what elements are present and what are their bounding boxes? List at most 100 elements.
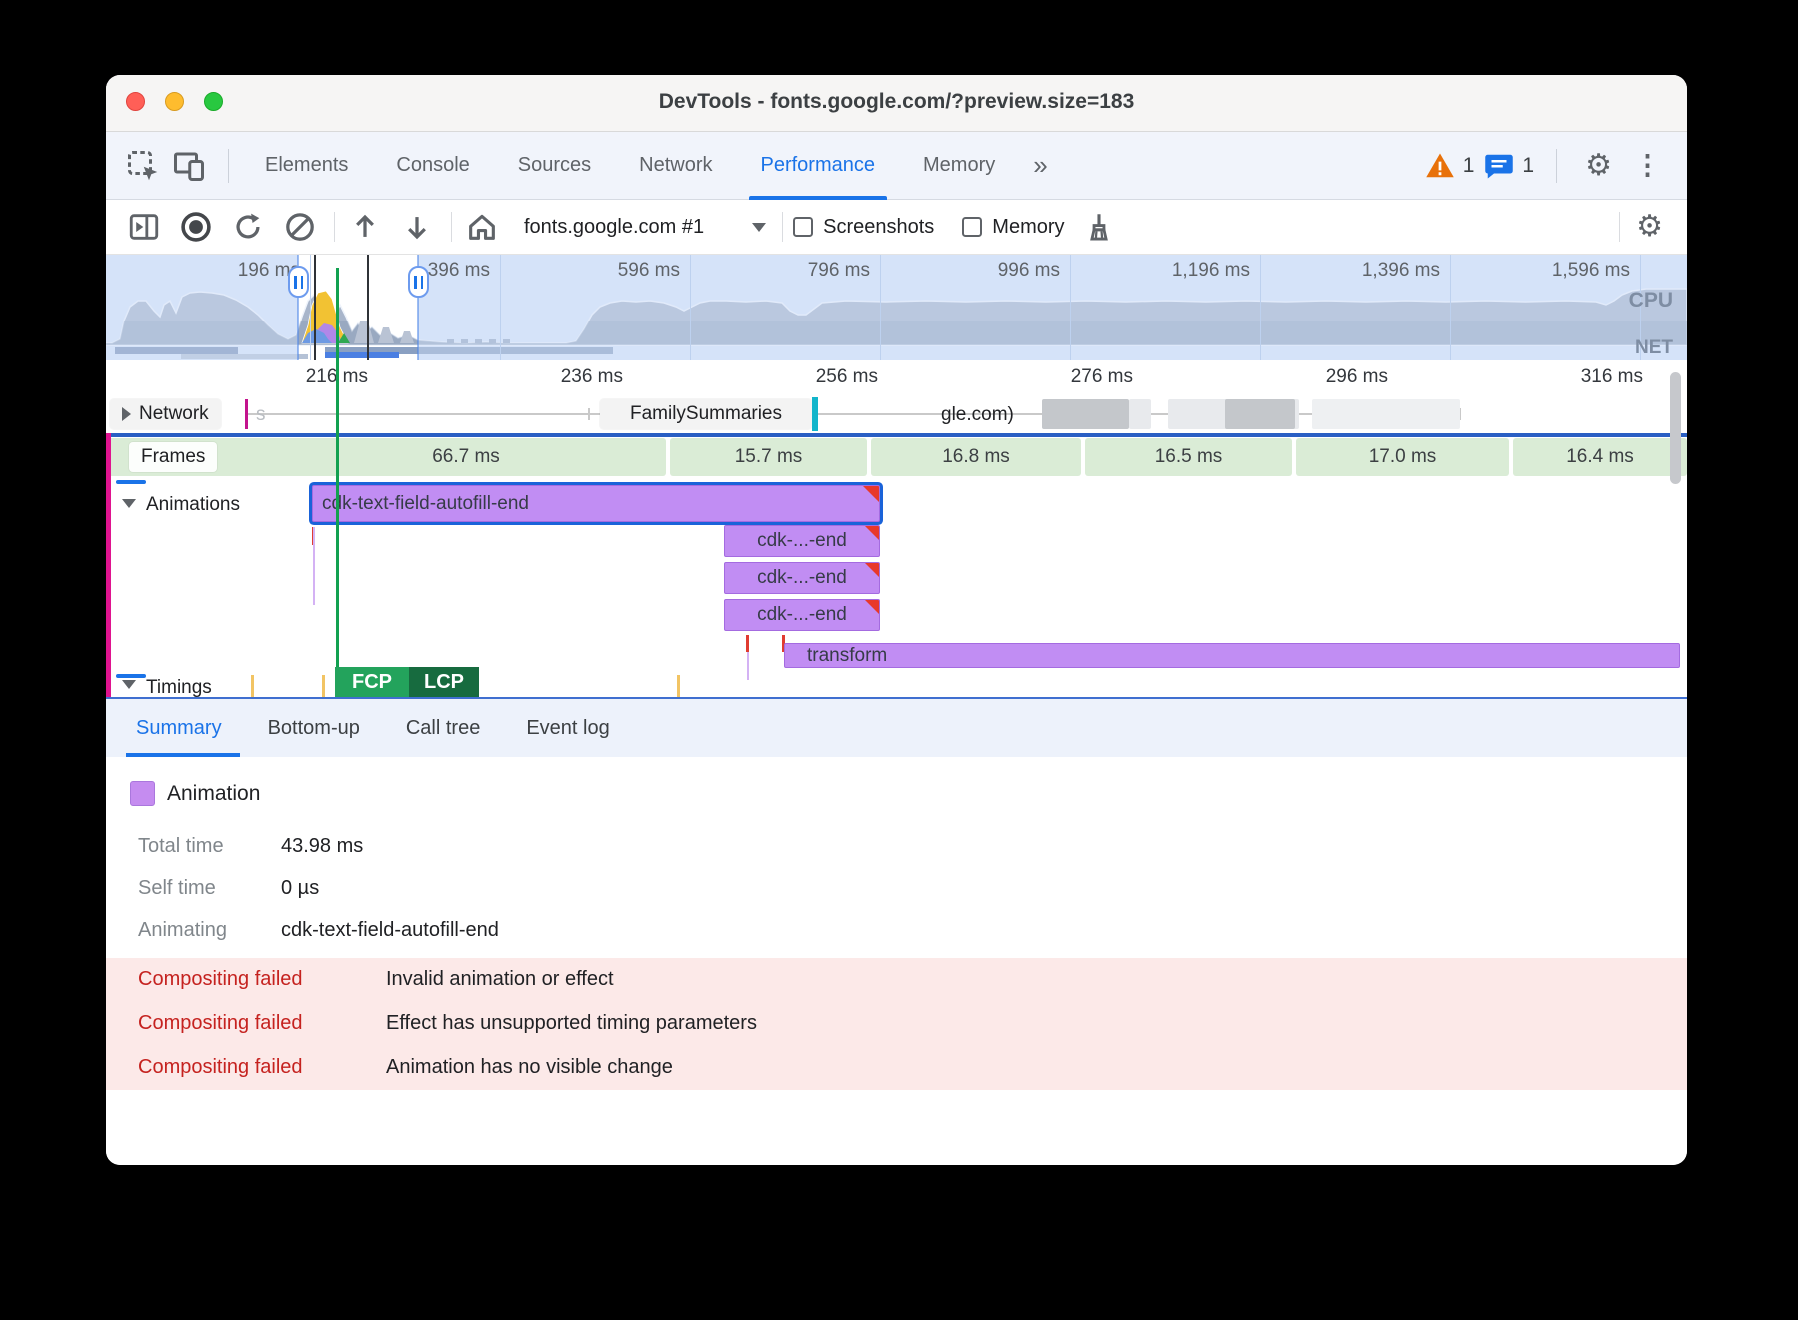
issues-message-badge[interactable]: 1	[1484, 152, 1534, 180]
message-count: 1	[1522, 154, 1534, 178]
screenshots-checkbox-group[interactable]: Screenshots	[793, 216, 934, 239]
compositing-failed-corner-icon	[865, 563, 879, 577]
profile-select[interactable]: fonts.google.com #1	[524, 216, 704, 239]
frame-segment[interactable]: 16.5 ms	[1085, 438, 1292, 476]
timing-tick	[677, 675, 680, 697]
frame-segment[interactable]: 15.7 ms	[670, 438, 867, 476]
toggle-sidebar-icon[interactable]	[124, 207, 164, 247]
window-title: DevTools - fonts.google.com/?preview.siz…	[106, 90, 1687, 114]
tab-bar-divider-right	[1556, 149, 1557, 183]
network-request-bar[interactable]	[1042, 399, 1129, 429]
warning-row: Compositing failed Animation has no visi…	[138, 1056, 673, 1079]
collapse-animations-icon[interactable]	[122, 499, 136, 508]
frame-segment[interactable]: 16.4 ms	[1513, 438, 1687, 476]
frames-track-header[interactable]: Frames	[129, 442, 217, 472]
compositing-failed-corner-icon	[865, 600, 879, 614]
toolbar-divider	[334, 212, 335, 242]
inspect-element-icon[interactable]	[124, 147, 162, 185]
tab-console[interactable]: Console	[372, 132, 493, 200]
lcp-marker[interactable]: LCP	[409, 667, 479, 697]
overview-cursor-line2	[367, 255, 369, 360]
devtools-tab-bar: Elements Console Sources Network Perform…	[106, 132, 1687, 200]
details-tab-bar: Summary Bottom-up Call tree Event log	[106, 697, 1687, 757]
reload-and-record-button[interactable]	[228, 207, 268, 247]
ruler-tick: 316 ms	[1581, 366, 1643, 388]
home-icon[interactable]	[462, 207, 502, 247]
tab-elements[interactable]: Elements	[241, 132, 372, 200]
overview-cursor-line	[314, 255, 316, 360]
customize-menu-icon[interactable]: ⋮	[1628, 152, 1667, 179]
ruler-tick: 236 ms	[561, 366, 623, 388]
capture-settings-gear-icon[interactable]: ⚙	[1630, 212, 1669, 242]
tab-network[interactable]: Network	[615, 132, 736, 200]
network-request-bar[interactable]	[1312, 399, 1460, 429]
main-tracks-area: Animations cdk-text-field-autofill-end c…	[106, 477, 1687, 697]
animation-event-bar[interactable]: cdk-...-end	[724, 525, 880, 557]
profile-caret-icon[interactable]	[752, 223, 766, 232]
network-track-header[interactable]: Network	[110, 399, 221, 429]
frame-segment[interactable]: 17.0 ms	[1296, 438, 1509, 476]
tab-event-log[interactable]: Event log	[526, 699, 609, 757]
expand-network-icon[interactable]	[122, 407, 131, 421]
screenshots-checkbox[interactable]	[793, 217, 813, 237]
timeline-overview[interactable]: 196 ms 396 ms 596 ms 796 ms 996 ms 1,196…	[106, 255, 1687, 360]
save-profile-icon[interactable]	[397, 207, 437, 247]
tab-performance[interactable]: Performance	[737, 132, 900, 200]
warning-count: 1	[1463, 154, 1475, 178]
tab-call-tree[interactable]: Call tree	[406, 699, 480, 757]
tab-memory[interactable]: Memory	[899, 132, 1019, 200]
tab-sources[interactable]: Sources	[494, 132, 615, 200]
overview-time-label: 1,196 ms	[1172, 260, 1250, 282]
frames-track-label: Frames	[141, 446, 205, 468]
animation-event-bar[interactable]: cdk-...-end	[724, 562, 880, 594]
frame-segment[interactable]: 16.8 ms	[871, 438, 1081, 476]
performance-toolbar: fonts.google.com #1 Screenshots Memory ⚙	[106, 200, 1687, 255]
clear-recording-icon[interactable]	[280, 207, 320, 247]
tab-summary[interactable]: Summary	[136, 699, 222, 757]
selection-left-handle[interactable]	[288, 266, 309, 298]
memory-checkbox[interactable]	[962, 217, 982, 237]
screenshots-label: Screenshots	[823, 216, 934, 239]
tab-bar-divider	[228, 149, 229, 183]
selection-right-handle[interactable]	[408, 266, 429, 298]
frames-track: 66.7 ms 15.7 ms 16.8 ms 16.5 ms 17.0 ms …	[106, 437, 1687, 477]
collect-garbage-icon[interactable]	[1079, 207, 1119, 247]
settings-gear-icon[interactable]: ⚙	[1579, 151, 1618, 181]
tab-bottom-up[interactable]: Bottom-up	[268, 699, 360, 757]
network-request-marker	[812, 397, 818, 431]
legend-label: Animation	[167, 782, 260, 806]
transform-animation-bar[interactable]: transform	[784, 643, 1680, 668]
load-profile-icon[interactable]	[345, 207, 385, 247]
animation-event-bar-selected[interactable]: cdk-text-field-autofill-end	[312, 485, 880, 522]
animation-legend: Animation	[130, 781, 260, 806]
memory-checkbox-group[interactable]: Memory	[962, 216, 1064, 239]
summary-row-total-time: Total time 43.98 ms	[138, 835, 363, 858]
record-button[interactable]	[176, 207, 216, 247]
overview-time-label: 396 ms	[428, 260, 490, 282]
transform-start-tick	[746, 635, 749, 652]
overview-time-label: 596 ms	[618, 260, 680, 282]
animation-event-bar[interactable]: cdk-...-end	[724, 599, 880, 631]
message-icon	[1484, 152, 1514, 180]
timing-tick	[322, 675, 325, 697]
timings-track-label: Timings	[146, 677, 212, 697]
network-request-chip[interactable]: FamilySummaries	[600, 399, 812, 429]
timing-tick	[251, 675, 254, 697]
device-toolbar-icon[interactable]	[170, 147, 208, 185]
issues-warning-badge[interactable]: 1	[1425, 152, 1475, 180]
fcp-marker[interactable]: FCP	[335, 667, 409, 697]
collapse-timings-icon[interactable]	[122, 680, 136, 689]
timings-scroll-indicator	[116, 674, 146, 678]
tracks-scrollbar[interactable]	[1670, 372, 1681, 484]
more-tabs-icon[interactable]: »	[1019, 150, 1061, 181]
summary-panel: Animation Total time 43.98 ms Self time …	[106, 757, 1687, 1165]
timeline-ruler: 216 ms 236 ms 256 ms 276 ms 296 ms 316 m…	[106, 360, 1687, 395]
overview-time-label: 996 ms	[998, 260, 1060, 282]
track-accent-bar	[106, 433, 111, 697]
overview-time-label: 1,596 ms	[1552, 260, 1630, 282]
ruler-tick: 256 ms	[816, 366, 878, 388]
overview-time-label: 796 ms	[808, 260, 870, 282]
ruler-tick: 276 ms	[1071, 366, 1133, 388]
toolbar-divider3	[782, 212, 783, 242]
toolbar-divider2	[451, 212, 452, 242]
